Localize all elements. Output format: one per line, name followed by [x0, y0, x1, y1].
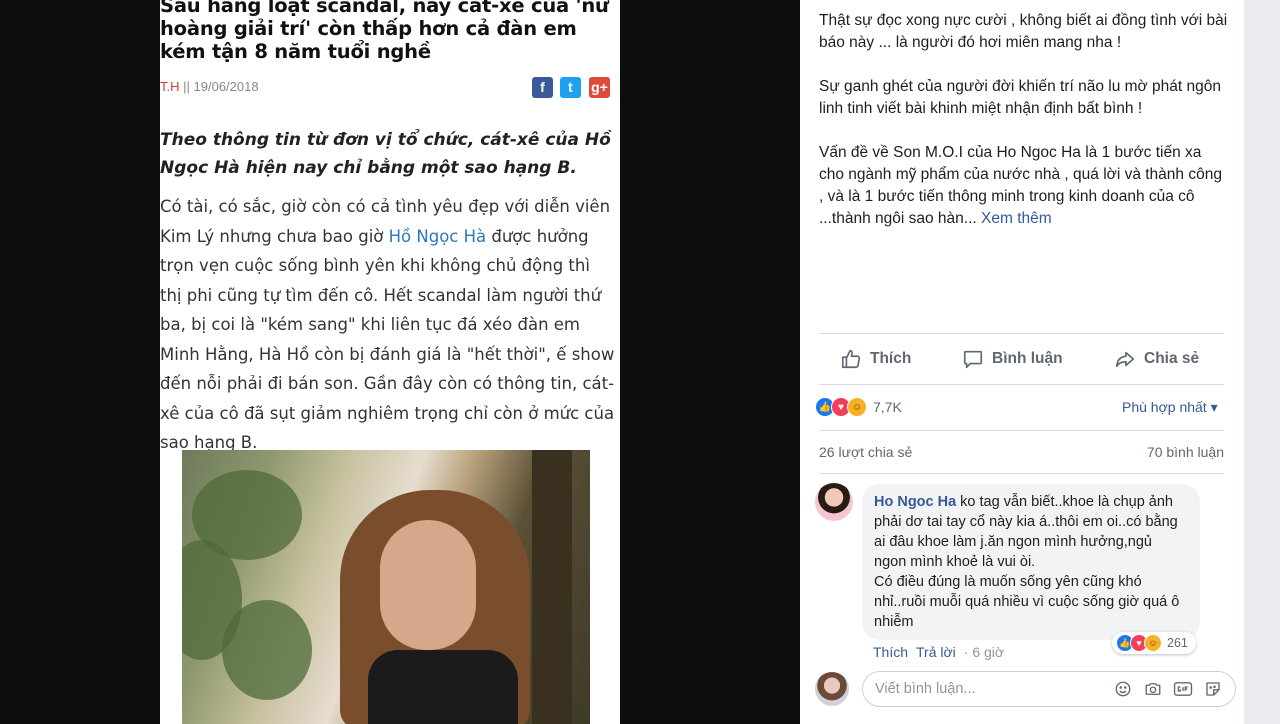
- comment-actions: Thích Trả lời · 6 giờ: [873, 644, 1012, 660]
- see-more-link[interactable]: Xem thêm: [981, 210, 1052, 227]
- article-lead: Theo thông tin từ đơn vị tổ chức, cát-xê…: [160, 130, 611, 178]
- google-plus-share-icon[interactable]: g+: [589, 77, 610, 98]
- avatar[interactable]: [815, 483, 853, 521]
- speech-bubble-icon: [963, 350, 983, 369]
- comment-text-2: Có điều đúng là muốn sống yên cũng khó n…: [874, 574, 1180, 630]
- comment-label: Bình luận: [992, 350, 1063, 367]
- share-button[interactable]: Chia sẻ: [1114, 348, 1199, 370]
- camera-icon[interactable]: [1143, 679, 1163, 699]
- post-paragraph-3: Vấn đề về Son M.O.I của Ho Ngoc Ha là 1 …: [819, 142, 1229, 230]
- haha-reaction-icon: ☺: [847, 397, 867, 417]
- article-author[interactable]: T.H: [160, 79, 180, 94]
- thumbs-up-icon: [841, 349, 861, 369]
- post-paragraph-2: Sự ganh ghét của người đời khiến trí não…: [819, 78, 1221, 117]
- like-label: Thích: [870, 350, 912, 367]
- comment-like-link[interactable]: Thích: [873, 644, 908, 660]
- facebook-share-icon[interactable]: f: [532, 77, 553, 98]
- comment-author[interactable]: Ho Ngoc Ha: [874, 494, 956, 510]
- comment-button[interactable]: Bình luận: [962, 348, 1063, 370]
- comment-bubble: Ho Ngoc Ha ko tag vẫn biết..khoe là chụp …: [862, 484, 1200, 640]
- like-button[interactable]: Thích: [840, 348, 911, 370]
- post-text: Thật sự đọc xong nực cười , không biết a…: [819, 10, 1229, 252]
- haha-reaction-icon: ☺: [1144, 634, 1162, 652]
- emoji-icon[interactable]: [1113, 679, 1133, 699]
- comment-placeholder: Viết bình luận...: [875, 681, 976, 697]
- sticker-icon[interactable]: [1203, 679, 1223, 699]
- avatar[interactable]: [815, 672, 849, 706]
- comment-sort-dropdown[interactable]: Phù hợp nhất ▾: [1122, 399, 1218, 416]
- person-link[interactable]: Hồ Ngọc Hà: [389, 227, 487, 246]
- article-body: Có tài, có sắc, giờ còn có cả tình yêu đ…: [160, 192, 615, 458]
- article-title: Sau hàng loạt scandal, nay cát-xê của 'n…: [160, 0, 609, 63]
- twitter-share-icon[interactable]: t: [560, 77, 581, 98]
- reaction-count: 7,7K: [873, 399, 902, 415]
- share-label: Chia sẻ: [1144, 350, 1200, 367]
- reactions-summary[interactable]: 👍 ♥ ☺ 7,7K: [815, 397, 902, 417]
- meta-separator: ||: [183, 79, 190, 94]
- post-paragraph-1: Thật sự đọc xong nực cười , không biết a…: [819, 12, 1228, 51]
- comment-reaction-count: 261: [1167, 636, 1188, 650]
- divider: [819, 384, 1224, 385]
- divider: [819, 333, 1224, 334]
- comment-input[interactable]: Viết bình luận...: [862, 671, 1236, 707]
- divider: [819, 430, 1224, 431]
- comment-reactions[interactable]: 👍 ♥ ☺ 261: [1112, 632, 1196, 654]
- divider: [819, 473, 1224, 474]
- article-date: 19/06/2018: [193, 79, 259, 94]
- comment-count[interactable]: 70 bình luận: [1147, 444, 1224, 460]
- article-meta: T.H || 19/06/2018: [160, 79, 259, 94]
- gif-icon[interactable]: [1173, 679, 1193, 699]
- page-background-strip: [1244, 0, 1280, 724]
- comment-reply-link[interactable]: Trả lời: [916, 644, 956, 660]
- share-count[interactable]: 26 lượt chia sẻ: [819, 444, 912, 460]
- body-text-end: được hưởng trọn vẹn cuộc sống bình yên k…: [160, 226, 615, 453]
- share-arrow-icon: [1115, 351, 1135, 368]
- news-article: Sau hàng loạt scandal, nay cát-xê của 'n…: [160, 0, 620, 724]
- comment-time[interactable]: · 6 giờ: [964, 644, 1004, 660]
- facebook-post-panel: Thật sự đọc xong nực cười , không biết a…: [800, 0, 1244, 724]
- article-photo: [182, 450, 590, 724]
